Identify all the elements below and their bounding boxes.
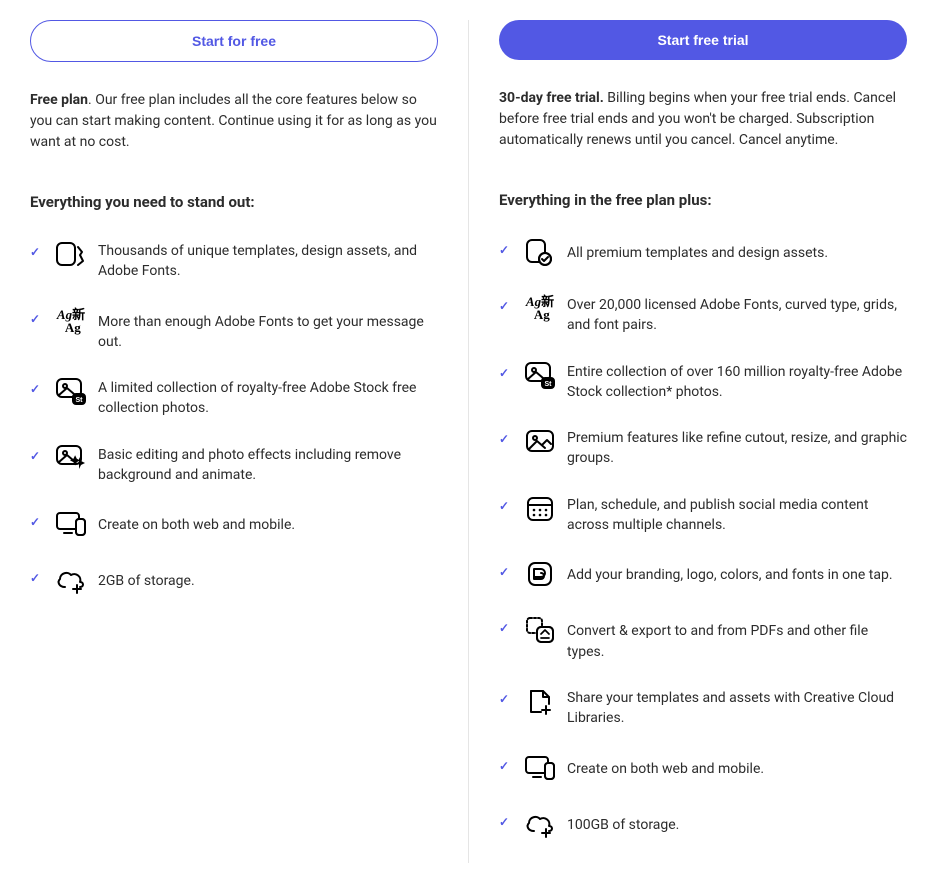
check-icon: ✓ (30, 304, 44, 326)
free-plan-description: Free plan. Our free plan includes all th… (30, 90, 438, 153)
check-icon: ✓ (499, 613, 513, 635)
feature-text: Create on both web and mobile. (98, 507, 295, 535)
check-icon: ✓ (499, 807, 513, 829)
feature-text: Over 20,000 licensed Adobe Fonts, curved… (567, 291, 907, 336)
feature-row: ✓ Share your templates and assets with C… (499, 684, 907, 729)
feature-row: ✓ Ag新Ag More than enough Adobe Fonts to … (30, 304, 438, 353)
templates-icon (54, 237, 88, 271)
feature-row: ✓ Thousands of unique templates, design … (30, 237, 438, 282)
check-icon: ✓ (499, 751, 513, 773)
free-plan-column: Start for free Free plan. Our free plan … (0, 20, 469, 863)
feature-row: ✓ 100GB of storage. (499, 807, 907, 841)
share-file-icon (523, 684, 557, 718)
check-icon: ✓ (30, 563, 44, 585)
start-free-trial-button[interactable]: Start free trial (499, 20, 907, 60)
check-icon: ✓ (499, 358, 513, 380)
svg-text:St: St (76, 397, 84, 404)
cloud-storage-icon (54, 563, 88, 597)
premium-section-title: Everything in the free plan plus: (499, 191, 907, 209)
feature-text: Share your templates and assets with Cre… (567, 684, 907, 729)
feature-text: All premium templates and design assets. (567, 235, 828, 263)
feature-text: Thousands of unique templates, design as… (98, 237, 438, 282)
free-plan-desc-text: . Our free plan includes all the core fe… (30, 92, 437, 150)
free-section-title: Everything you need to stand out: (30, 193, 438, 211)
free-plan-lead: Free plan (30, 92, 88, 108)
feature-row: ✓ Convert & export to and from PDFs and … (499, 613, 907, 662)
photo-effects-icon (54, 441, 88, 475)
fonts-icon: Ag新Ag (54, 304, 88, 338)
premium-photo-icon (523, 424, 557, 458)
svg-text:St: St (545, 381, 553, 388)
calendar-icon (523, 491, 557, 525)
feature-row: ✓ Plan, schedule, and publish social med… (499, 491, 907, 536)
check-icon: ✓ (499, 291, 513, 313)
convert-icon (523, 613, 557, 647)
check-icon: ✓ (499, 491, 513, 513)
feature-row: ✓ Ag新Ag Over 20,000 licensed Adobe Fonts… (499, 291, 907, 336)
feature-row: ✓ All premium templates and design asset… (499, 235, 907, 269)
premium-templates-icon (523, 235, 557, 269)
web-mobile-icon (54, 507, 88, 541)
premium-plan-lead: 30-day free trial. (499, 90, 604, 106)
check-icon: ✓ (30, 237, 44, 259)
check-icon: ✓ (30, 507, 44, 529)
start-for-free-button[interactable]: Start for free (30, 20, 438, 62)
premium-plan-column: Start free trial 30-day free trial. Bill… (469, 20, 937, 863)
check-icon: ✓ (499, 235, 513, 257)
feature-text: Plan, schedule, and publish social media… (567, 491, 907, 536)
check-icon: ✓ (499, 684, 513, 706)
stock-icon: St (523, 358, 557, 392)
feature-text: Basic editing and photo effects includin… (98, 441, 438, 486)
cloud-storage-icon (523, 807, 557, 841)
web-mobile-icon (523, 751, 557, 785)
feature-text: More than enough Adobe Fonts to get your… (98, 304, 438, 353)
feature-row: ✓ Add your branding, logo, colors, and f… (499, 557, 907, 591)
feature-row: ✓ Basic editing and photo effects includ… (30, 441, 438, 486)
feature-text: Premium features like refine cutout, res… (567, 424, 907, 469)
feature-row: ✓ Premium features like refine cutout, r… (499, 424, 907, 469)
feature-text: Add your branding, logo, colors, and fon… (567, 557, 893, 585)
feature-row: ✓ Create on both web and mobile. (499, 751, 907, 785)
check-icon: ✓ (30, 441, 44, 463)
stock-icon: St (54, 374, 88, 408)
branding-icon (523, 557, 557, 591)
feature-text: 100GB of storage. (567, 807, 679, 835)
feature-text: Convert & export to and from PDFs and ot… (567, 613, 907, 662)
check-icon: ✓ (30, 374, 44, 396)
fonts-icon: Ag新Ag (523, 291, 557, 325)
feature-text: Entire collection of over 160 million ro… (567, 358, 907, 403)
feature-text: 2GB of storage. (98, 563, 195, 591)
check-icon: ✓ (499, 557, 513, 579)
premium-plan-description: 30-day free trial. Billing begins when y… (499, 88, 907, 151)
feature-text: A limited collection of royalty-free Ado… (98, 374, 438, 419)
feature-row: ✓ St A limited collection of royalty-fre… (30, 374, 438, 419)
feature-row: ✓ St Entire collection of over 160 milli… (499, 358, 907, 403)
feature-row: ✓ 2GB of storage. (30, 563, 438, 597)
check-icon: ✓ (499, 424, 513, 446)
feature-text: Create on both web and mobile. (567, 751, 764, 779)
feature-row: ✓ Create on both web and mobile. (30, 507, 438, 541)
